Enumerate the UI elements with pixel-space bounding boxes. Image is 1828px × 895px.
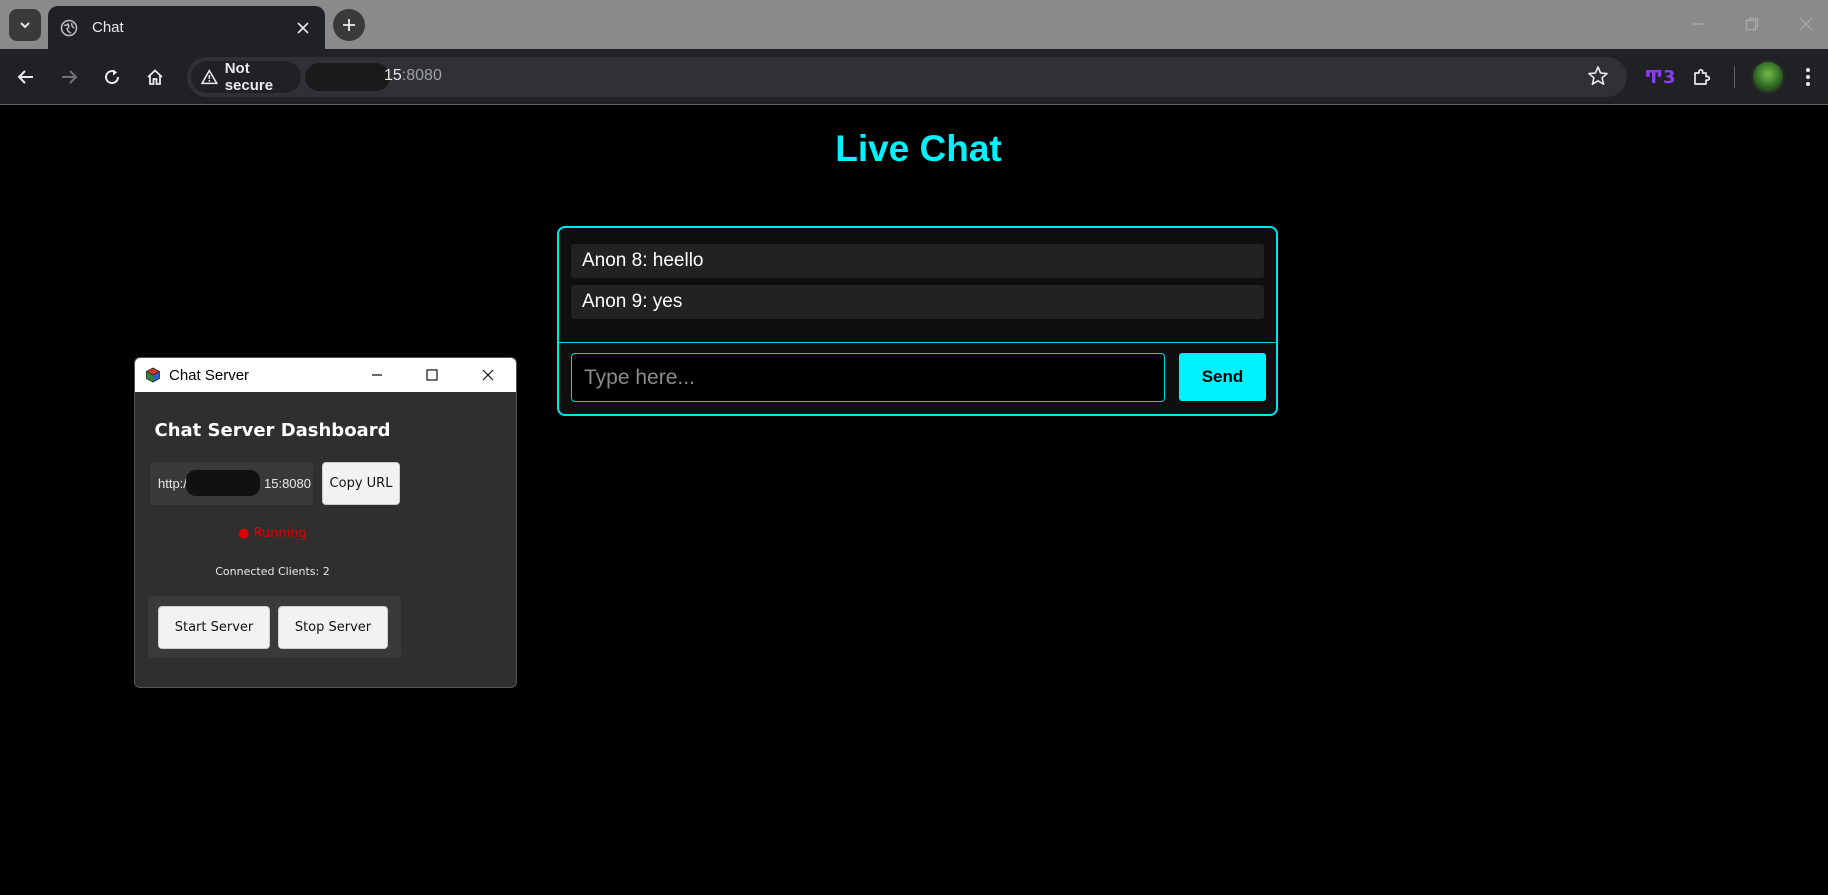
chevron-down-icon: [20, 22, 30, 29]
app-maximize-button[interactable]: [420, 363, 444, 387]
home-icon: [147, 69, 163, 85]
chat-page: Live Chat Anon 8: heello Anon 9: yes Sen…: [0, 106, 1828, 895]
restore-button[interactable]: [1740, 12, 1764, 36]
url-host: 15: [384, 67, 402, 84]
new-tab-button[interactable]: [333, 9, 365, 41]
send-button[interactable]: Send: [1179, 353, 1266, 401]
app-minimize-button[interactable]: [365, 363, 389, 387]
close-icon: [1799, 17, 1813, 31]
chat-server-window: Chat Server Chat Server Dashboard http:/…: [134, 357, 517, 688]
arrow-right-icon: [62, 70, 78, 84]
chat-message: Anon 9: yes: [571, 285, 1264, 319]
url-text: 15:8080: [384, 67, 442, 85]
forward-button[interactable]: [55, 63, 83, 91]
app-window-title: Chat Server: [169, 366, 250, 384]
message-input[interactable]: [571, 353, 1165, 402]
minimize-button[interactable]: [1687, 12, 1711, 36]
app-close-button[interactable]: [476, 363, 500, 387]
chat-divider: [559, 342, 1276, 343]
warning-icon: [201, 69, 218, 85]
browser-menu-button[interactable]: [1794, 63, 1822, 91]
reload-icon: [105, 69, 120, 85]
url-redaction: [186, 470, 260, 496]
app-cube-icon: [145, 367, 161, 383]
plus-icon: [343, 19, 355, 31]
dashboard-title: Chat Server Dashboard: [154, 420, 391, 441]
tab-title: Chat: [92, 19, 124, 36]
close-icon: [297, 21, 309, 34]
extensions-button[interactable]: [1688, 63, 1716, 91]
address-bar[interactable]: Not secure 15:8080: [187, 57, 1627, 97]
puzzle-icon: [1694, 68, 1711, 85]
server-url-suffix: 15:8080: [264, 476, 311, 491]
tab-search-button[interactable]: [9, 9, 41, 41]
server-url-prefix: http:/: [158, 476, 187, 491]
maximize-icon: [426, 369, 438, 381]
start-server-button[interactable]: Start Server: [158, 606, 270, 649]
globe-icon: [60, 19, 78, 36]
toolbar-divider: [1734, 66, 1735, 88]
server-status: ● Running: [238, 526, 307, 541]
bookmark-button[interactable]: [1587, 65, 1611, 89]
copy-url-button[interactable]: Copy URL: [322, 462, 400, 505]
server-url-field[interactable]: http:/ 15:8080: [150, 462, 313, 505]
browser-tab[interactable]: Chat: [48, 6, 325, 49]
minimize-icon: [372, 374, 382, 376]
page-title: Live Chat: [835, 128, 1002, 169]
back-button[interactable]: [12, 63, 40, 91]
tb-extension-icon: Ͳ3: [1644, 66, 1676, 88]
tab-close-button[interactable]: [293, 18, 313, 38]
star-icon: [1588, 66, 1608, 85]
extension-tb-button[interactable]: Ͳ3: [1644, 63, 1676, 91]
close-icon: [482, 369, 494, 381]
tab-strip: Chat: [0, 0, 1828, 49]
connected-clients: Connected Clients: 2: [215, 565, 330, 578]
home-button[interactable]: [141, 63, 169, 91]
security-label: Not secure: [224, 60, 274, 94]
chat-container: Anon 8: heello Anon 9: yes Send: [557, 226, 1278, 416]
window-close-button[interactable]: [1794, 12, 1818, 36]
reload-button[interactable]: [98, 63, 126, 91]
profile-avatar[interactable]: [1751, 60, 1785, 94]
message-list: Anon 8: heello Anon 9: yes: [571, 244, 1264, 326]
server-controls: Start Server Stop Server: [148, 596, 401, 658]
stop-server-button[interactable]: Stop Server: [278, 606, 388, 649]
arrow-left-icon: [17, 70, 33, 84]
security-chip[interactable]: Not secure: [191, 60, 301, 94]
browser-toolbar: Not secure 15:8080 Ͳ3: [0, 49, 1828, 105]
kebab-menu-icon: [1806, 68, 1810, 86]
app-titlebar[interactable]: Chat Server: [135, 358, 516, 392]
url-redaction: [305, 63, 390, 91]
restore-icon: [1745, 17, 1759, 31]
chat-message: Anon 8: heello: [571, 244, 1264, 278]
url-port: :8080: [401, 67, 442, 84]
minimize-icon: [1693, 23, 1705, 25]
